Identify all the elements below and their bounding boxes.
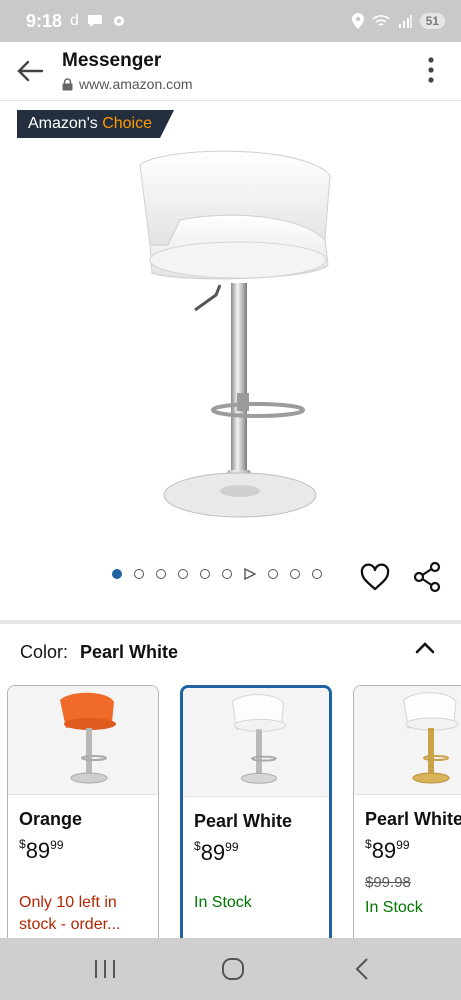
option-thumbnail-orange — [8, 686, 158, 795]
status-bar: 9:18 d 51 — [0, 0, 461, 42]
recent-apps-icon[interactable] — [90, 956, 120, 982]
page-title: Messenger — [62, 50, 162, 71]
carousel-dot[interactable] — [222, 569, 232, 579]
price-symbol: $ — [19, 836, 26, 851]
video-play-icon[interactable] — [244, 568, 256, 580]
option-thumbnail-pearl-white-gold — [354, 686, 461, 795]
badge-prefix: Amazon's — [28, 115, 98, 132]
stock-status: In Stock — [194, 894, 252, 911]
chat-bubble-icon — [87, 15, 102, 27]
color-label: Color: — [20, 642, 69, 662]
section-divider — [0, 620, 461, 624]
carousel-dot[interactable] — [178, 569, 188, 579]
stock-status: Only 10 left in stock - order... — [19, 894, 121, 933]
status-left: 9:18 d — [26, 11, 127, 32]
signal-icon — [398, 15, 412, 28]
share-icon[interactable] — [412, 561, 442, 593]
carousel-dot[interactable] — [268, 569, 278, 579]
price-symbol: $ — [365, 836, 372, 851]
price-cents: 99 — [50, 838, 64, 852]
carousel-dot[interactable] — [290, 569, 300, 579]
orange-stool-thumbnail — [60, 692, 116, 784]
url-display[interactable]: www.amazon.com — [62, 76, 193, 92]
option-name: Orange — [19, 809, 83, 829]
option-name: Pearl White — [365, 809, 461, 829]
carousel-dot[interactable] — [200, 569, 210, 579]
carousel-dot[interactable] — [312, 569, 322, 579]
option-name: Pearl White — [194, 811, 293, 831]
option-price: $8999 — [365, 836, 461, 864]
white-gold-stool-thumbnail — [403, 692, 459, 784]
location-icon — [351, 13, 364, 29]
price-whole: 89 — [371, 838, 397, 863]
status-notification-d: d — [70, 12, 79, 29]
heart-icon[interactable] — [360, 563, 390, 593]
image-carousel-indicator — [112, 568, 322, 580]
price-symbol: $ — [194, 838, 201, 853]
system-navigation-bar — [0, 938, 461, 1000]
carousel-dot[interactable] — [134, 569, 144, 579]
white-stool-thumbnail — [231, 694, 286, 784]
wifi-icon — [372, 15, 390, 26]
chevron-up-icon[interactable] — [413, 638, 437, 658]
url-text: www.amazon.com — [79, 76, 193, 92]
price-cents: 99 — [225, 840, 239, 854]
product-image-bar-stool[interactable] — [120, 145, 340, 525]
carousel-dot-active[interactable] — [112, 569, 122, 579]
lock-icon — [62, 77, 73, 90]
badge-accent: Choice — [102, 115, 153, 132]
color-option-card-pearl-white-gold[interactable]: Pearl White $8999 $99.98 In Stock — [353, 685, 461, 940]
home-icon[interactable] — [218, 956, 248, 982]
color-selected-value: Pearl White — [80, 642, 179, 662]
price-cents: 99 — [396, 838, 410, 852]
stock-status: In Stock — [365, 899, 423, 916]
gear-notification-icon — [113, 16, 124, 26]
back-nav-icon[interactable] — [348, 956, 378, 982]
color-selector-header[interactable]: Color: Pearl White — [20, 642, 178, 663]
price-whole: 89 — [25, 838, 51, 863]
list-price: $99.98 — [365, 874, 411, 891]
arrow-left-icon[interactable] — [14, 56, 46, 86]
option-thumbnail-pearl-white — [183, 688, 329, 797]
more-vert-icon[interactable] — [427, 56, 435, 84]
price-whole: 89 — [200, 840, 226, 865]
option-price: $8999 — [19, 836, 158, 864]
color-option-card-orange[interactable]: Orange $8999 Only 10 left in stock - ord… — [7, 685, 159, 940]
color-option-card-pearl-white-selected[interactable]: Pearl White $8999 In Stock — [180, 685, 332, 940]
status-time: 9:18 — [26, 10, 63, 31]
color-options-carousel: Orange $8999 Only 10 left in stock - ord… — [0, 685, 461, 940]
badge-body: Amazon's Choice — [17, 110, 174, 138]
option-price: $8999 — [194, 838, 329, 866]
browser-bar: Messenger www.amazon.com — [0, 42, 461, 101]
status-right: 51 — [351, 13, 445, 29]
battery-indicator: 51 — [419, 13, 445, 29]
browser-title-block: Messenger www.amazon.com — [62, 50, 193, 92]
carousel-dot[interactable] — [156, 569, 166, 579]
amazons-choice-badge[interactable]: Amazon's Choice — [17, 110, 174, 138]
